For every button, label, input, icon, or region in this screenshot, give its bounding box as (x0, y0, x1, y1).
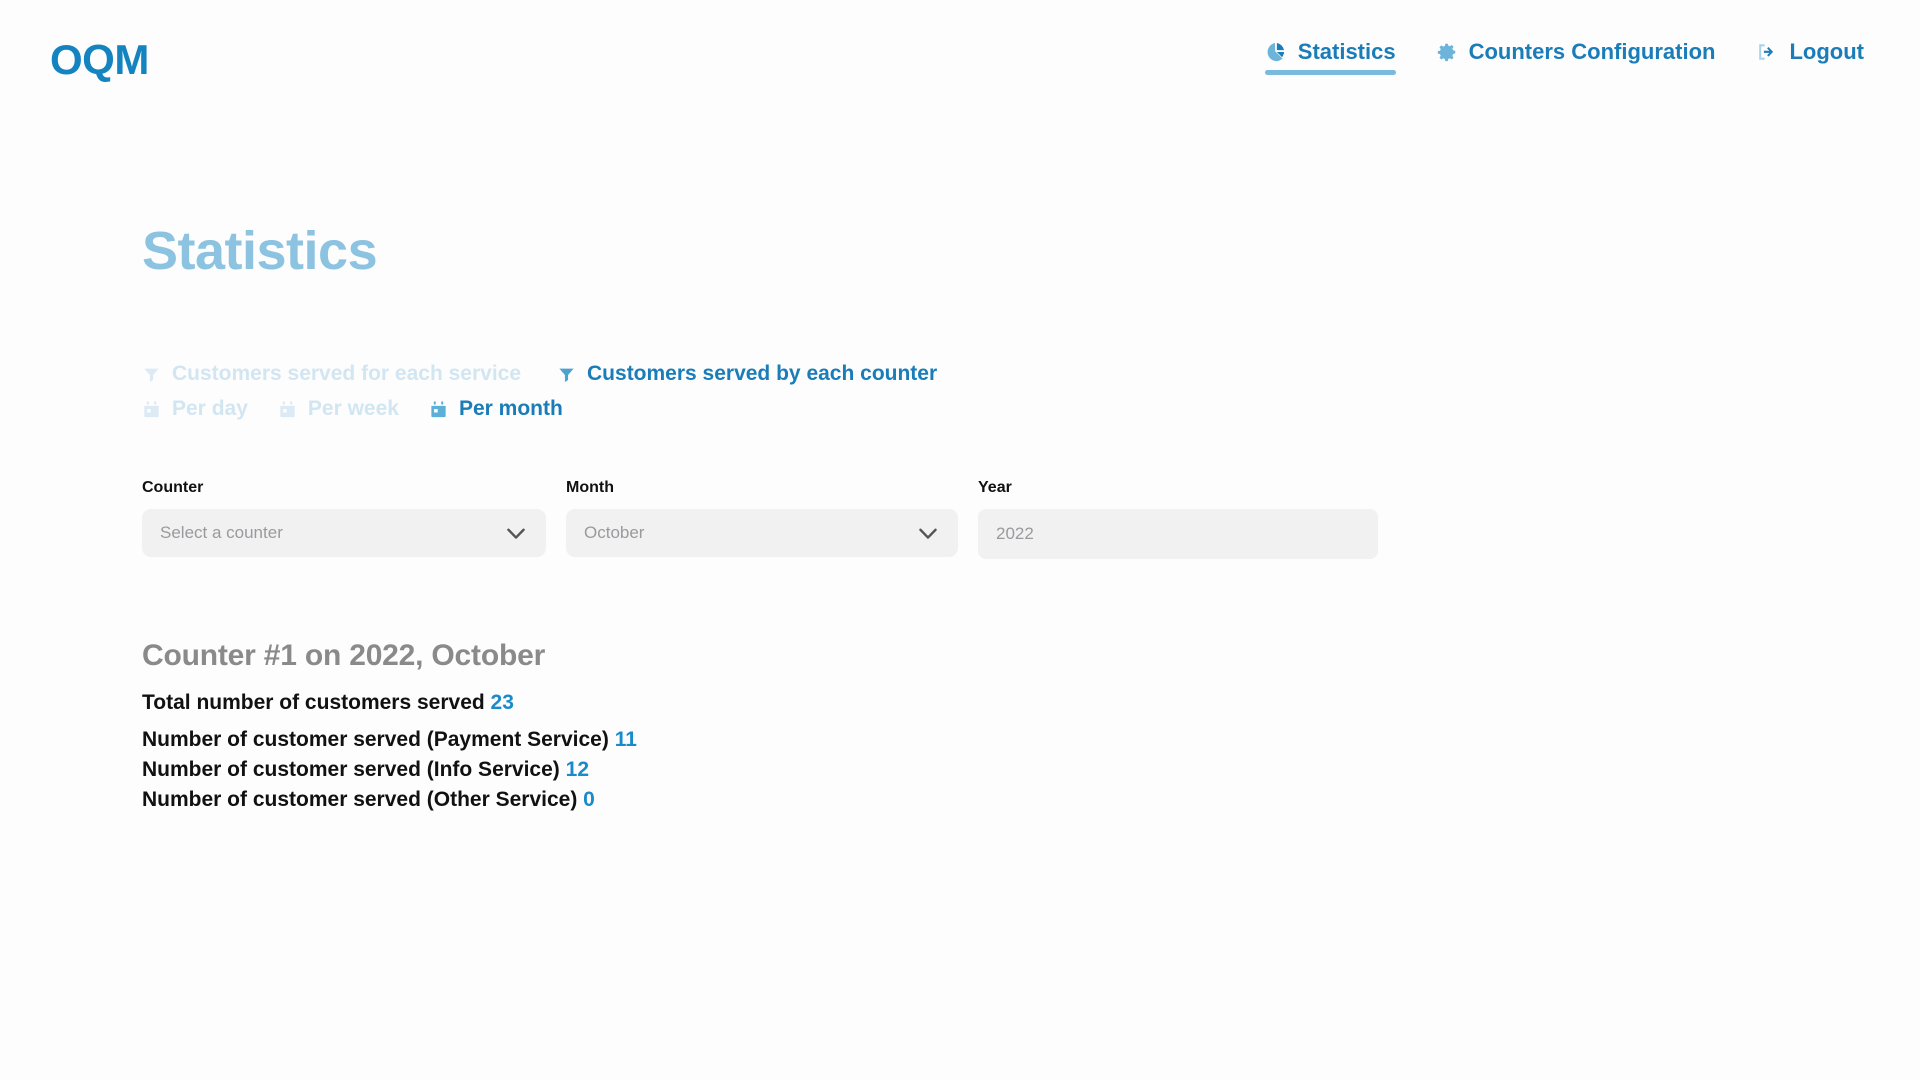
results-line-label: Number of customer served (Other Service… (142, 787, 578, 811)
main-navigation: Statistics Counters Configuration Logout (1264, 33, 1864, 87)
app-logo[interactable]: OQM (50, 39, 149, 81)
page-title: Statistics (142, 221, 378, 281)
results-line-payment-service: Number of customer served (Payment Servi… (142, 725, 1870, 755)
main-content: Statistics Customers served for each ser… (0, 220, 1920, 814)
results-total-label: Total number of customers served (142, 691, 485, 714)
tab-label: Per day (172, 397, 248, 420)
counter-field-label: Counter (142, 479, 204, 496)
month-select[interactable]: October (566, 509, 958, 557)
filters-row: Counter Select a counter Month October Y… (142, 479, 1870, 559)
nav-item-statistics[interactable]: Statistics (1264, 39, 1396, 87)
tab-label: Customers served by each counter (587, 362, 938, 385)
chevron-down-icon (503, 520, 529, 546)
filter-icon (142, 365, 161, 384)
results-line-label: Number of customer served (Payment Servi… (142, 728, 609, 751)
month-field-group: Month October (566, 479, 958, 559)
results-line-value: 12 (565, 757, 589, 781)
results-title: Counter #1 on 2022, October (142, 639, 546, 672)
sign-out-icon (1755, 41, 1778, 63)
nav-item-logout[interactable]: Logout (1755, 39, 1864, 87)
app-header: OQM Statistics Counters Configuration Lo… (0, 0, 1920, 120)
view-tabs: Customers served for each service Custom… (142, 362, 1870, 386)
nav-item-label: Counters Configuration (1468, 39, 1716, 64)
month-select-value: October (584, 523, 645, 542)
counter-field-group: Counter Select a counter (142, 479, 546, 559)
tab-per-month[interactable]: Per month (429, 397, 563, 421)
results-total-value: 23 (490, 691, 514, 714)
results-total: Total number of customers served 23 (142, 691, 1870, 715)
year-field-group: Year 2022 (978, 479, 1378, 559)
tab-label: Per month (458, 397, 563, 420)
tab-label: Per week (307, 397, 399, 420)
active-nav-underline (1264, 70, 1396, 75)
filter-icon (557, 365, 576, 384)
counter-select-value: Select a counter (160, 523, 283, 542)
tab-label: Customers served for each service (172, 362, 522, 385)
tab-customers-served-for-each-service[interactable]: Customers served for each service (142, 362, 521, 386)
year-field-label: Year (978, 479, 1012, 496)
tab-per-day[interactable]: Per day (142, 397, 248, 421)
year-input-value: 2022 (996, 524, 1034, 543)
period-tabs: Per day Per week Per month (142, 397, 1870, 421)
nav-item-label: Statistics (1297, 39, 1396, 64)
calendar-icon (142, 400, 161, 419)
results-line-other-service: Number of customer served (Other Service… (142, 785, 1870, 815)
calendar-icon (429, 400, 448, 419)
counter-select[interactable]: Select a counter (142, 509, 546, 557)
gear-icon (1436, 41, 1458, 63)
nav-item-label: Logout (1789, 39, 1864, 64)
pie-chart-icon (1265, 41, 1287, 63)
nav-item-counters-configuration[interactable]: Counters Configuration (1436, 39, 1716, 87)
results-line-value: 11 (614, 728, 637, 751)
results-line-value: 0 (583, 787, 595, 811)
tab-per-week[interactable]: Per week (278, 397, 399, 421)
chevron-down-icon (915, 520, 941, 546)
results-line-label: Number of customer served (Info Service) (142, 757, 560, 781)
results-section: Counter #1 on 2022, October Total number… (142, 639, 1870, 814)
month-field-label: Month (566, 479, 614, 496)
results-line-info-service: Number of customer served (Info Service)… (142, 755, 1870, 785)
calendar-icon (278, 400, 297, 419)
year-input[interactable]: 2022 (978, 509, 1378, 559)
tab-customers-served-by-each-counter[interactable]: Customers served by each counter (557, 362, 937, 386)
